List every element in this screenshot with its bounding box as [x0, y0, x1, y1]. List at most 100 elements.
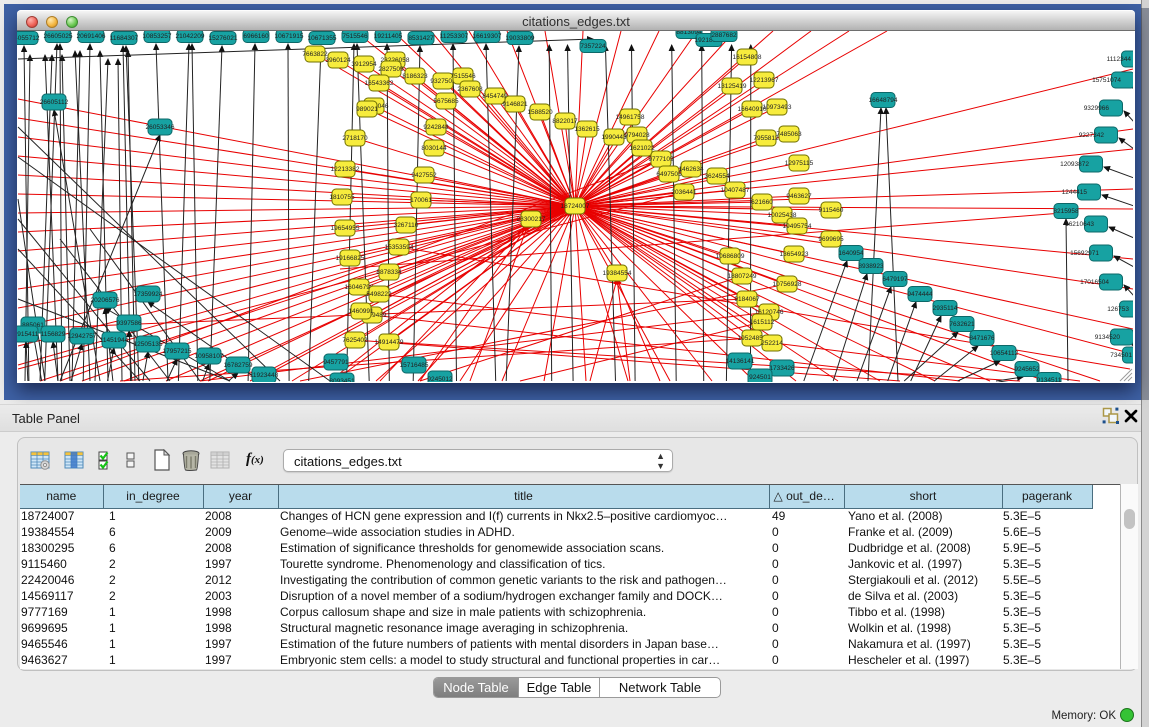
svg-text:7955812: 7955812	[753, 135, 779, 142]
svg-text:19033809: 19033809	[506, 35, 535, 42]
svg-text:9227342: 9227342	[1079, 132, 1105, 139]
svg-text:7663822: 7663822	[302, 51, 328, 58]
svg-text:8531427: 8531427	[408, 35, 434, 42]
svg-text:26605025: 26605025	[44, 33, 73, 40]
svg-text:9794028: 9794028	[624, 132, 650, 139]
svg-text:10958107: 10958107	[195, 353, 224, 360]
svg-text:19166825: 19166825	[336, 255, 365, 262]
svg-text:8471676: 8471676	[969, 335, 995, 342]
svg-text:20691406: 20691406	[77, 33, 106, 40]
svg-text:1990443: 1990443	[601, 134, 627, 141]
svg-text:1156829: 1156829	[41, 331, 66, 338]
svg-text:16782759: 16782759	[224, 362, 253, 369]
svg-text:7357224: 7357224	[580, 43, 606, 50]
svg-text:9146821: 9146821	[502, 101, 528, 108]
svg-text:12942757: 12942757	[68, 333, 97, 340]
svg-text:11451944: 11451944	[100, 337, 129, 344]
svg-text:1615112: 1615112	[750, 319, 775, 326]
svg-text:1588520: 1588520	[527, 109, 553, 116]
svg-text:16154808: 16154808	[733, 54, 762, 61]
svg-text:10756928: 10756928	[773, 281, 802, 288]
svg-text:24055712: 24055712	[17, 35, 40, 42]
svg-text:12213382: 12213382	[331, 166, 360, 173]
svg-text:2367608: 2367608	[457, 86, 483, 93]
svg-text:6497505: 6497505	[656, 171, 682, 178]
svg-text:10973493: 10973493	[763, 104, 792, 111]
svg-text:252214: 252214	[761, 340, 783, 347]
svg-text:10671355: 10671355	[308, 35, 337, 42]
svg-text:19654955: 19654955	[331, 225, 360, 232]
svg-text:126753: 126753	[1107, 306, 1129, 313]
svg-text:11684307: 11684307	[110, 35, 139, 42]
svg-text:18807249: 18807249	[728, 273, 757, 280]
svg-text:9134520: 9134520	[1095, 334, 1121, 341]
svg-text:6966160: 6966160	[243, 33, 269, 40]
svg-text:7632621: 7632621	[949, 321, 975, 328]
svg-text:2036441: 2036441	[671, 189, 697, 196]
svg-text:11253307: 11253307	[440, 33, 469, 40]
svg-text:12093872: 12093872	[1060, 161, 1089, 168]
svg-text:621660: 621660	[751, 199, 773, 206]
svg-text:16619307: 16619307	[473, 33, 502, 40]
svg-text:15692971: 15692971	[1070, 250, 1099, 257]
svg-text:9474444: 9474444	[907, 291, 933, 298]
svg-text:9427552: 9427552	[411, 172, 437, 179]
svg-text:3915411: 3915411	[17, 331, 39, 338]
svg-text:15276021: 15276021	[209, 35, 238, 42]
svg-text:8215958: 8215958	[1053, 208, 1079, 215]
svg-text:8938923: 8938923	[858, 263, 884, 270]
svg-text:9134511: 9134511	[1037, 377, 1062, 382]
svg-text:3624554: 3624554	[704, 173, 730, 180]
svg-text:21042209: 21042209	[176, 33, 205, 40]
svg-text:5498222: 5498222	[366, 291, 392, 298]
svg-text:3912954: 3912954	[351, 61, 377, 68]
svg-text:8878334: 8878334	[376, 269, 402, 276]
svg-text:1810755: 1810755	[329, 194, 355, 201]
svg-text:9245652: 9245652	[1014, 366, 1040, 373]
svg-text:26053346: 26053346	[146, 124, 175, 131]
svg-text:1244415: 1244415	[1062, 189, 1088, 196]
svg-text:5675685: 5675685	[433, 98, 459, 105]
svg-text:7485063: 7485063	[776, 131, 802, 138]
svg-text:20206576: 20206576	[91, 297, 120, 304]
svg-text:734501: 734501	[1110, 352, 1132, 359]
svg-text:9184067: 9184067	[734, 296, 760, 303]
svg-text:9699695: 9699695	[818, 236, 844, 243]
svg-text:10407487: 10407487	[721, 187, 750, 194]
svg-text:9329966: 9329966	[1084, 105, 1110, 112]
svg-text:14914479: 14914479	[375, 339, 404, 346]
svg-text:14961758: 14961758	[616, 114, 645, 121]
svg-text:26605112: 26605112	[40, 99, 69, 106]
svg-text:17957215: 17957215	[163, 348, 192, 355]
svg-text:19495754: 19495754	[783, 223, 812, 230]
svg-text:1112344: 1112344	[1107, 56, 1132, 63]
svg-text:8093451: 8093451	[329, 378, 355, 382]
svg-text:9397586: 9397586	[116, 320, 142, 327]
svg-text:1362615: 1362615	[574, 126, 600, 133]
svg-text:10686809: 10686809	[716, 253, 745, 260]
svg-text:10853257: 10853257	[143, 33, 172, 40]
svg-text:13654923: 13654923	[780, 251, 809, 258]
svg-text:19211405: 19211405	[374, 33, 403, 40]
svg-text:19384554: 19384554	[603, 270, 632, 277]
svg-text:2935114: 2935114	[933, 305, 958, 312]
svg-text:1462634: 1462634	[678, 166, 704, 173]
svg-text:6479197: 6479197	[882, 276, 908, 283]
svg-text:16648794: 16648794	[869, 97, 898, 104]
svg-text:15353594: 15353594	[385, 244, 414, 251]
svg-text:13125419: 13125419	[718, 83, 747, 90]
svg-text:8454749: 8454749	[482, 93, 508, 100]
svg-text:989021: 989021	[356, 106, 378, 113]
svg-text:2827509: 2827509	[378, 66, 404, 73]
svg-text:9115460: 9115460	[819, 207, 844, 214]
svg-text:9777109: 9777109	[648, 156, 674, 163]
svg-text:1640954: 1640954	[838, 250, 864, 257]
svg-text:170061: 170061	[410, 197, 432, 204]
svg-text:10654112: 10654112	[990, 350, 1019, 357]
svg-text:9242848: 9242848	[423, 124, 449, 131]
svg-text:17359924: 17359924	[134, 291, 163, 298]
svg-text:1621022: 1621022	[629, 145, 655, 152]
svg-text:1460991: 1460991	[348, 308, 374, 315]
svg-text:9245012: 9245012	[427, 376, 453, 382]
svg-text:1733426: 1733426	[769, 365, 795, 372]
